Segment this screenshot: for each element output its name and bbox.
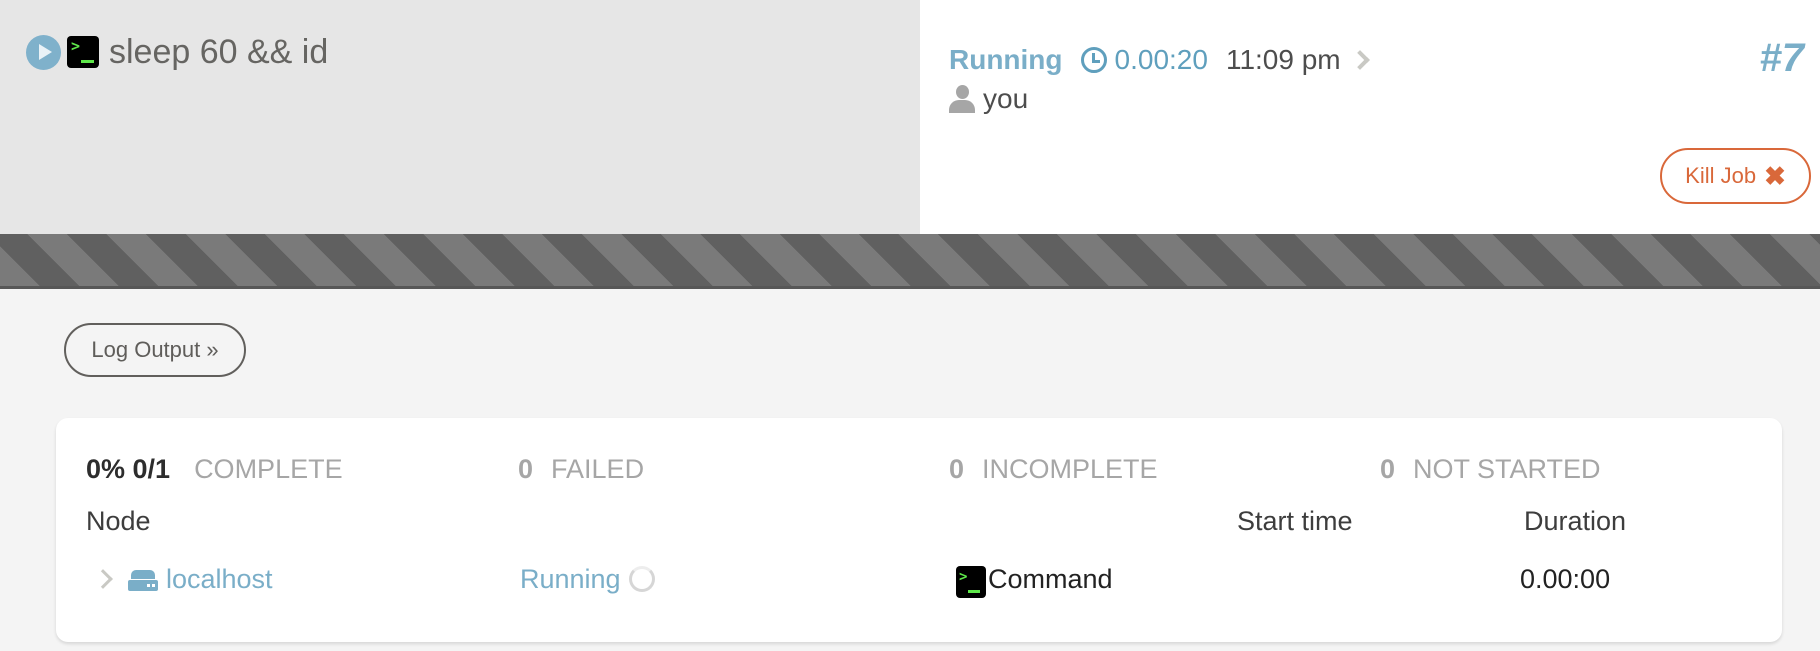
chevron-right-icon: [1349, 50, 1370, 70]
close-icon: ✖: [1764, 160, 1786, 191]
terminal-prompt-glyph: >: [959, 569, 968, 585]
log-output-button[interactable]: Log Output »: [64, 323, 246, 377]
step-duration: 0.00:00: [1520, 564, 1611, 594]
table-row[interactable]: localhost Running > Command 0.00:00: [56, 560, 1782, 610]
server-icon: [128, 570, 158, 592]
job-progress-bar: [0, 234, 1820, 289]
job-title: > sleep 60 && id: [26, 32, 328, 72]
not-started-count: 0: [1380, 454, 1396, 484]
start-time: 11:09 pm: [1225, 44, 1341, 75]
chevron-right-icon[interactable]: [93, 569, 113, 589]
terminal-cursor: [968, 590, 980, 593]
terminal-icon: >: [956, 566, 986, 598]
incomplete-label: INCOMPLETE: [982, 454, 1158, 484]
job-number[interactable]: #7: [1760, 36, 1805, 81]
play-icon[interactable]: [26, 34, 61, 70]
failed-count: 0: [518, 454, 534, 484]
node-summary-card: 0% 0/1 COMPLETE 0 FAILED 0 INCOMPLETE 0 …: [56, 418, 1782, 642]
summary-complete: 0% 0/1 COMPLETE: [86, 452, 343, 486]
complete-label: COMPLETE: [194, 454, 343, 484]
clock-icon: [1080, 47, 1107, 73]
node-status-text: Running: [520, 564, 621, 594]
kill-job-label: Kill Job: [1685, 163, 1757, 188]
terminal-cursor: [81, 60, 94, 63]
terminal-icon: >: [67, 36, 99, 68]
column-header-start-time: Start time: [1237, 506, 1353, 536]
terminal-prompt-glyph: >: [71, 37, 81, 55]
job-title-panel: > sleep 60 && id: [0, 0, 920, 234]
column-header-duration: Duration: [1524, 506, 1627, 536]
column-header-node: Node: [86, 506, 151, 536]
elapsed-time: 0.00:20: [1114, 44, 1208, 75]
failed-label: FAILED: [551, 454, 645, 484]
summary-incomplete: 0 INCOMPLETE: [949, 452, 1158, 486]
incomplete-count: 0: [949, 454, 965, 484]
job-status: Running: [949, 44, 1063, 75]
node-link[interactable]: localhost: [166, 562, 273, 596]
step-label: Command: [988, 564, 1113, 594]
summary-not-started: 0 NOT STARTED: [1380, 452, 1601, 486]
spinner-icon: [628, 566, 655, 592]
node-status: Running: [520, 562, 655, 596]
summary-failed: 0 FAILED: [518, 452, 644, 486]
complete-percent: 0% 0/1: [86, 454, 171, 484]
job-header: > sleep 60 && id Running 0.00:20 11:09 p…: [0, 0, 1820, 234]
kill-job-button[interactable]: Kill Job ✖: [1660, 148, 1811, 204]
job-status-line: Running 0.00:20 11:09 pm: [949, 42, 1370, 78]
user-icon: [949, 85, 975, 113]
not-started-label: NOT STARTED: [1413, 454, 1601, 484]
job-title-text[interactable]: sleep 60 && id: [109, 32, 328, 72]
user-name: you: [983, 83, 1029, 114]
job-user: you: [949, 83, 1028, 115]
